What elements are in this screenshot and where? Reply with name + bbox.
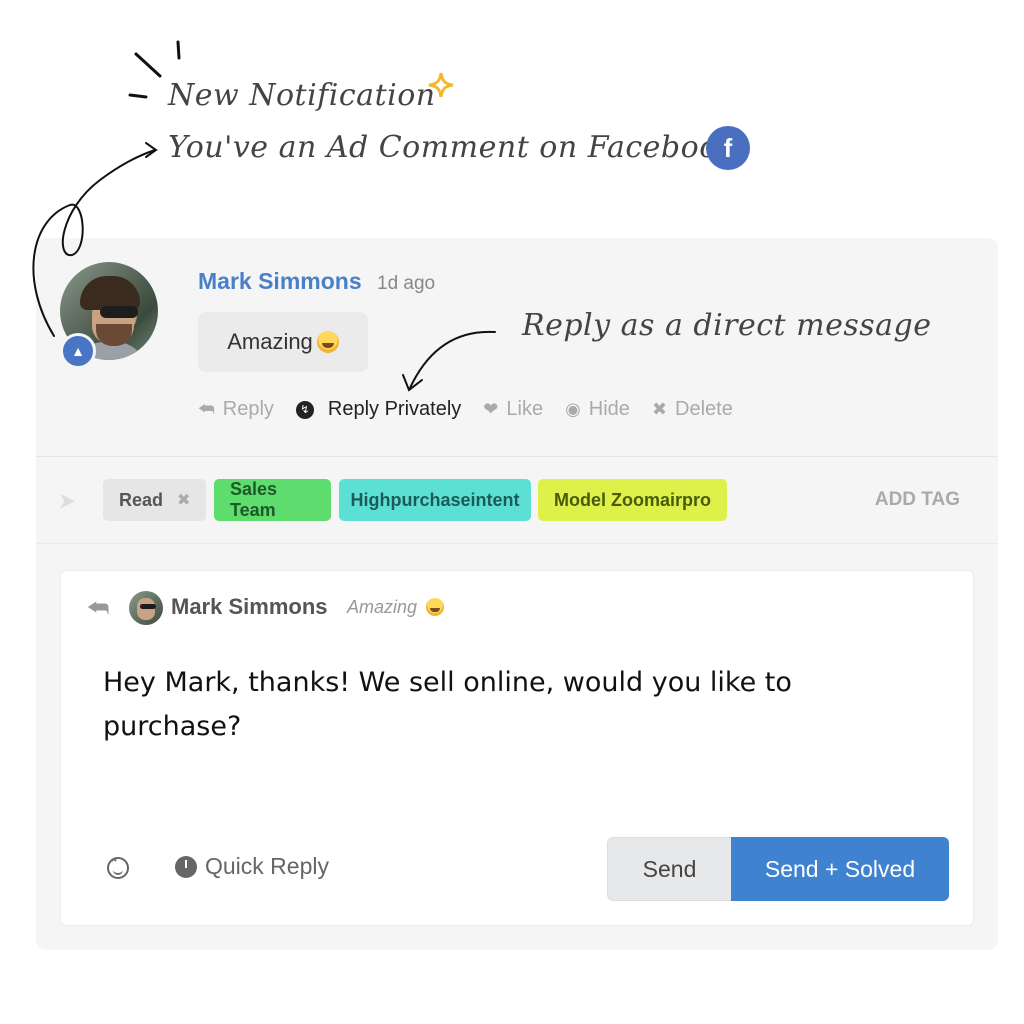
reply-composer: ⮪ Mark Simmons Amazing Hey Mark, thanks!… bbox=[60, 570, 974, 926]
delete-button[interactable]: ✖ Delete bbox=[652, 398, 733, 421]
messenger-icon: ↯ bbox=[295, 400, 314, 419]
comment-actions: ⮪ Reply ↯ Reply Privately ❤ Like ◉ Hide … bbox=[198, 398, 755, 421]
message-input[interactable]: Hey Mark, thanks! We sell online, would … bbox=[103, 661, 863, 749]
reply-to-author: Mark Simmons bbox=[171, 594, 328, 619]
add-tag-button[interactable]: ADD TAG bbox=[875, 489, 960, 511]
timestamp: 1d ago bbox=[377, 273, 436, 294]
notification-title: New Notification bbox=[168, 78, 436, 113]
reply-privately-button[interactable]: ↯ Reply Privately bbox=[295, 398, 461, 421]
reply-button[interactable]: ⮪ Reply bbox=[198, 398, 274, 421]
tag-icon: ➤ bbox=[58, 488, 77, 513]
reply-hint-annotation: Reply as a direct message bbox=[522, 308, 932, 343]
megaphone-icon: ▲ bbox=[60, 333, 96, 369]
hide-button[interactable]: ◉ Hide bbox=[565, 398, 630, 421]
tag-model-zoomairpro[interactable]: Model Zoomairpro bbox=[538, 479, 727, 521]
emoji-picker-icon[interactable] bbox=[107, 856, 129, 879]
tag-sales-team[interactable]: Sales Team bbox=[214, 479, 331, 521]
remove-tag-icon[interactable]: ✖ bbox=[177, 490, 190, 510]
tag-bar: ➤ Read ✖ Sales Team Highpurchaseintent M… bbox=[36, 457, 998, 543]
author-name[interactable]: Mark Simmons bbox=[198, 268, 362, 295]
curly-arrow-head bbox=[145, 142, 158, 158]
tag-read[interactable]: Read ✖ bbox=[103, 479, 207, 521]
facebook-icon: f bbox=[706, 126, 750, 170]
clock-icon bbox=[175, 855, 197, 878]
send-button-group: Send Send + Solved bbox=[607, 837, 949, 901]
send-solved-button[interactable]: Send + Solved bbox=[731, 837, 949, 901]
tag-highpurchaseintent[interactable]: Highpurchaseintent bbox=[339, 479, 531, 521]
eye-slash-icon: ◉ bbox=[565, 399, 581, 419]
like-button[interactable]: ❤ Like bbox=[483, 398, 543, 421]
avatar bbox=[129, 591, 163, 625]
burst-line-1 bbox=[134, 52, 162, 78]
quick-reply-button[interactable]: Quick Reply bbox=[175, 853, 329, 880]
reply-arrow-icon: ⮪ bbox=[198, 399, 215, 419]
notification-subtitle: You've an Ad Comment on Facebook bbox=[168, 130, 737, 165]
burst-line-3 bbox=[128, 93, 148, 99]
send-button[interactable]: Send bbox=[607, 837, 731, 901]
reply-arrow-icon: ⮪ bbox=[87, 595, 110, 622]
comment-text: Amazing bbox=[227, 329, 313, 354]
divider bbox=[36, 543, 998, 544]
star-struck-emoji-icon bbox=[426, 598, 445, 616]
quoted-comment: Amazing bbox=[347, 597, 445, 618]
star-struck-emoji-icon bbox=[316, 331, 339, 353]
x-icon: ✖ bbox=[651, 399, 668, 419]
heart-icon: ❤ bbox=[483, 399, 499, 419]
burst-line-2 bbox=[176, 40, 181, 60]
comment-bubble: Amazing bbox=[198, 312, 368, 372]
comment-section: ▲ Mark Simmons 1d ago Amazing ⮪ Reply ↯ … bbox=[36, 238, 998, 456]
comment-card: ▲ Mark Simmons 1d ago Amazing ⮪ Reply ↯ … bbox=[36, 238, 998, 950]
